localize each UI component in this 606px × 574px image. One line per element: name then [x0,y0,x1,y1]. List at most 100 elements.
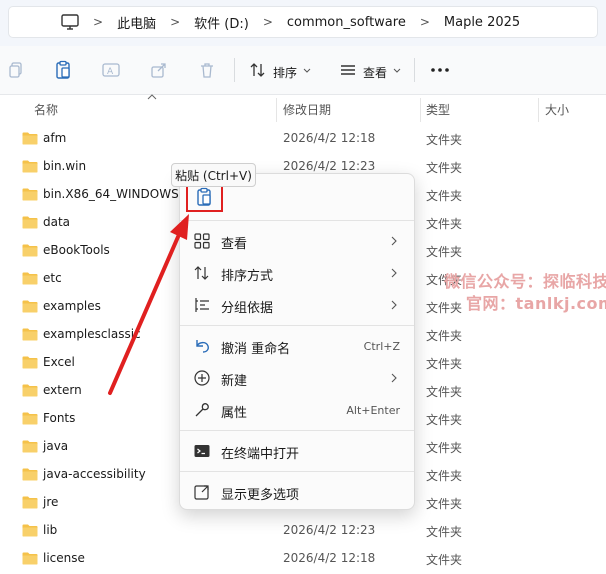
chevron-right-icon: > [93,15,104,29]
menu-item-view[interactable]: 查看 [180,226,414,256]
trash-icon [201,63,213,78]
folder-icon [22,468,38,481]
file-type: 文件夹 [426,329,463,343]
copy-button[interactable] [4,58,28,82]
folder-icon [22,300,38,313]
sort-label[interactable]: 排序 [273,64,297,81]
file-name: examples [43,299,101,313]
file-name: bin.X86_64_WINDOWS [43,187,179,201]
column-divider[interactable] [420,98,421,122]
file-type: 文件夹 [426,217,463,231]
file-type: 文件夹 [426,497,463,511]
folder-icon [22,524,38,537]
column-date[interactable]: 修改日期 [283,101,331,118]
file-name: bin.win [43,159,87,173]
folder-icon [22,132,38,145]
file-name: license [43,551,85,565]
breadcrumb-common-software[interactable]: common_software [287,15,406,30]
this-pc-icon [61,14,79,30]
address-bar[interactable]: > 此电脑 > 软件 (D:) > common_software > Mapl… [8,6,598,38]
menu-item-sort-by[interactable]: 排序方式 [180,258,414,288]
menu-item-properties[interactable]: 属性 Alt+Enter [180,395,414,425]
column-type[interactable]: 类型 [426,101,450,118]
menu-item-undo-rename[interactable]: 撤消 重命名 Ctrl+Z [180,331,414,361]
breadcrumb-drive-d[interactable]: 软件 (D:) [194,13,249,32]
chevron-right-icon [391,236,397,246]
menu-label: 分组依据 [221,301,274,316]
folder-icon [22,216,38,229]
file-name: java-accessibility [43,467,146,481]
view-list-icon [341,65,355,75]
chevron-right-icon [391,373,397,383]
toolbar-divider [234,58,235,82]
menu-label: 属性 [221,406,248,421]
file-type: 文件夹 [426,161,463,175]
menu-label: 撤消 重命名 [221,342,291,357]
folder-icon [22,440,38,453]
shortcut-label: Ctrl+Z [363,340,400,353]
menu-label: 排序方式 [221,269,274,284]
menu-item-group-by[interactable]: 分组依据 [180,290,414,320]
more-dots-icon [431,68,449,72]
menu-separator [180,325,414,326]
file-name: jre [43,495,59,509]
file-type: 文件夹 [426,357,463,371]
menu-label: 新建 [221,374,248,389]
column-name[interactable]: 名称 [34,101,58,118]
chevron-right-icon: > [262,15,273,29]
file-type: 文件夹 [426,525,463,539]
menu-item-new[interactable]: 新建 [180,363,414,393]
menu-item-open-terminal[interactable]: 在终端中打开 [180,436,414,466]
file-date: 2026/4/2 12:23 [283,523,376,537]
file-type: 文件夹 [426,413,463,427]
open-external-icon [194,485,209,500]
wrench-icon [195,403,209,417]
file-type: 文件夹 [426,553,463,567]
file-name: afm [43,131,67,145]
paste-button[interactable] [51,58,75,82]
command-bar: A 排序 查看 [0,46,606,95]
delete-button[interactable] [195,58,219,82]
file-type: 文件夹 [426,133,463,147]
rename-button[interactable]: A [99,58,123,82]
view-label[interactable]: 查看 [363,64,387,81]
undo-icon [196,340,209,353]
chevron-down-icon [393,68,401,73]
more-options-button[interactable] [428,58,452,82]
copy-icon [9,62,22,78]
grid-view-icon [194,233,210,249]
toolbar-divider [414,58,415,82]
terminal-icon [194,445,210,457]
file-row[interactable]: lib 2026/4/2 12:23 文件夹 [0,518,606,546]
sort-icon [250,63,265,77]
column-divider[interactable] [276,98,277,122]
folder-icon [22,552,38,565]
file-name: lib [43,523,58,537]
file-row[interactable]: license 2026/4/2 12:18 文件夹 [0,546,606,574]
file-name: examplesclassic [43,327,141,341]
column-size[interactable]: 大小 [545,101,569,118]
file-name: Fonts [43,411,76,425]
view-button[interactable] [336,58,360,82]
folder-icon [22,160,38,173]
folder-icon [22,272,38,285]
breadcrumb-this-pc[interactable]: 此电脑 [117,13,156,32]
sort-button[interactable] [246,58,270,82]
file-date: 2026/4/2 12:23 [283,159,376,173]
folder-icon [22,384,38,397]
file-row[interactable]: afm 2026/4/2 12:18 文件夹 [0,126,606,154]
column-divider[interactable] [538,98,539,122]
file-date: 2026/4/2 12:18 [283,131,376,145]
rename-icon: A [102,63,120,77]
column-header: 名称 修改日期 类型 大小 [0,94,606,122]
folder-icon [22,328,38,341]
folder-icon [22,496,38,509]
file-name: data [43,215,71,229]
file-type: 文件夹 [426,245,463,259]
menu-item-show-more-options[interactable]: 显示更多选项 [180,477,414,507]
svg-text:A: A [107,67,114,77]
breadcrumb-maple-2025[interactable]: Maple 2025 [444,15,520,30]
share-button[interactable] [147,58,171,82]
file-name: eBookTools [43,243,110,257]
file-type: 文件夹 [426,469,463,483]
